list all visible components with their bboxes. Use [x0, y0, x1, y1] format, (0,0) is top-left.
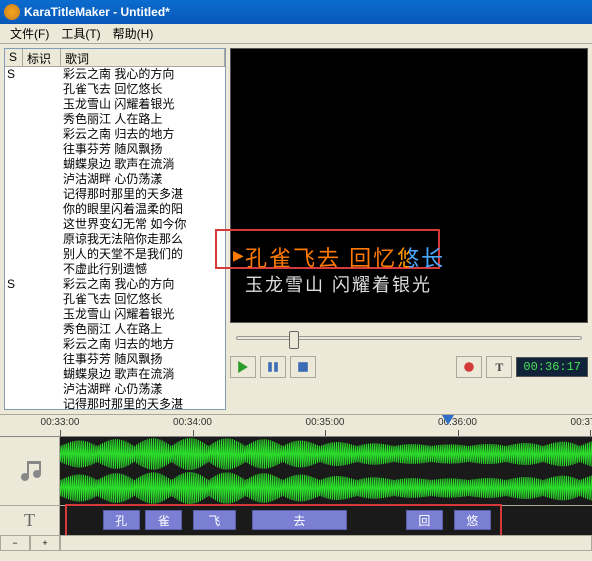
- lyric-row[interactable]: 原谅我无法陪你走那么: [5, 232, 225, 247]
- waveform-area[interactable]: [60, 437, 592, 505]
- lyric-row[interactable]: 彩云之南 归去的地方: [5, 337, 225, 352]
- unsung-text: 长: [421, 246, 445, 271]
- zoom-out-button[interactable]: −: [0, 535, 30, 551]
- lyrics-header: S 标识 歌词: [5, 49, 225, 67]
- lyric-row[interactable]: 彩云之南 归去的地方: [5, 127, 225, 142]
- seek-slider[interactable]: [236, 336, 582, 340]
- play-button[interactable]: [230, 356, 256, 378]
- menubar: 文件(F) 工具(T) 帮助(H): [0, 24, 592, 44]
- app-icon: [4, 4, 20, 20]
- playhead-cursor[interactable]: [442, 415, 454, 425]
- ruler-label: 00:34:00: [173, 417, 212, 428]
- lyrics-list[interactable]: S彩云之南 我心的方向孔雀飞去 回忆悠长玉龙雪山 闪耀着银光秀色丽江 人在路上彩…: [5, 67, 225, 409]
- char-block[interactable]: 去: [252, 510, 348, 530]
- preview-panel: ▶ 孔雀飞去 回忆悠长 玉龙雪山 闪耀着银光 T 00:36:17: [230, 48, 588, 410]
- char-block[interactable]: 雀: [145, 510, 182, 530]
- lyric-row[interactable]: 孔雀飞去 回忆悠长: [5, 82, 225, 97]
- char-block[interactable]: 悠: [454, 510, 491, 530]
- lyric-row[interactable]: 秀色丽江 人在路上: [5, 322, 225, 337]
- record-button[interactable]: [456, 356, 482, 378]
- col-mark[interactable]: 标识: [23, 49, 61, 66]
- lyric-row[interactable]: 往事芬芳 随风飘扬: [5, 352, 225, 367]
- char-block[interactable]: 飞: [193, 510, 236, 530]
- seek-slider-row: [230, 323, 588, 353]
- h-scrollbar[interactable]: [60, 535, 592, 551]
- lyric-row[interactable]: 秀色丽江 人在路上: [5, 112, 225, 127]
- sung-text: 孔雀飞去 回忆: [245, 246, 397, 271]
- lyric-row[interactable]: 记得那时那里的天多湛: [5, 397, 225, 409]
- partial-text: 悠: [397, 246, 421, 271]
- menu-tools[interactable]: 工具(T): [55, 25, 106, 42]
- lyric-row[interactable]: S彩云之南 我心的方向: [5, 67, 225, 82]
- menu-file[interactable]: 文件(F): [4, 25, 55, 42]
- time-ruler[interactable]: 00:33:0000:34:0000:35:0000:36:0000:37:00: [0, 415, 592, 437]
- karaoke-line-2: 玉龙雪山 闪耀着银光: [245, 271, 432, 297]
- zoom-in-button[interactable]: +: [30, 535, 60, 551]
- stop-button[interactable]: [290, 356, 316, 378]
- waveform-track-icon: [0, 437, 60, 505]
- ruler-label: 00:33:00: [41, 417, 80, 428]
- lyric-row[interactable]: 记得那时那里的天多湛: [5, 187, 225, 202]
- lyric-row[interactable]: 泸沽湖畔 心仍荡漾: [5, 172, 225, 187]
- ruler-label: 00:35:00: [306, 417, 345, 428]
- lyric-row[interactable]: 玉龙雪山 闪耀着银光: [5, 307, 225, 322]
- lyric-row[interactable]: S彩云之南 我心的方向: [5, 277, 225, 292]
- menu-help[interactable]: 帮助(H): [107, 25, 160, 42]
- karaoke-line-1: 孔雀飞去 回忆悠长: [245, 241, 445, 273]
- lyric-row[interactable]: 泸沽湖畔 心仍荡漾: [5, 382, 225, 397]
- ruler-label: 00:37:00: [571, 417, 592, 428]
- lyric-row[interactable]: 蝴蝶泉边 歌声在流淌: [5, 157, 225, 172]
- titlebar: KaraTitleMaker - Untitled*: [0, 0, 592, 24]
- timeline: 00:33:0000:34:0000:35:0000:36:0000:37:00…: [0, 414, 592, 554]
- lyric-row[interactable]: 玉龙雪山 闪耀着银光: [5, 97, 225, 112]
- lyric-row[interactable]: 孔雀飞去 回忆悠长: [5, 292, 225, 307]
- col-lyric[interactable]: 歌词: [61, 49, 225, 66]
- lyric-row[interactable]: 你的眼里闪着温柔的阳: [5, 202, 225, 217]
- lyric-row[interactable]: 别人的天堂不是我们的: [5, 247, 225, 262]
- char-block[interactable]: 孔: [103, 510, 140, 530]
- col-s[interactable]: S: [5, 49, 23, 66]
- pause-button[interactable]: [260, 356, 286, 378]
- video-preview: ▶ 孔雀飞去 回忆悠长 玉龙雪山 闪耀着银光: [230, 48, 588, 323]
- playback-controls: T 00:36:17: [230, 353, 588, 381]
- text-track[interactable]: 孔雀飞去 回悠: [60, 506, 592, 535]
- text-button[interactable]: T: [486, 356, 512, 378]
- lyric-row[interactable]: 蝴蝶泉边 歌声在流淌: [5, 367, 225, 382]
- time-display: 00:36:17: [516, 357, 588, 377]
- lyric-row[interactable]: 这世界变幻无常 如今你: [5, 217, 225, 232]
- lyrics-panel: S 标识 歌词 S彩云之南 我心的方向孔雀飞去 回忆悠长玉龙雪山 闪耀着银光秀色…: [4, 48, 226, 410]
- text-track-icon: T: [0, 506, 60, 535]
- seek-thumb[interactable]: [289, 331, 299, 349]
- window-title: KaraTitleMaker - Untitled*: [24, 5, 170, 19]
- char-block[interactable]: 回: [406, 510, 443, 530]
- lyric-row[interactable]: 往事芬芳 随风飘扬: [5, 142, 225, 157]
- lyric-row[interactable]: 不虚此行别遗憾: [5, 262, 225, 277]
